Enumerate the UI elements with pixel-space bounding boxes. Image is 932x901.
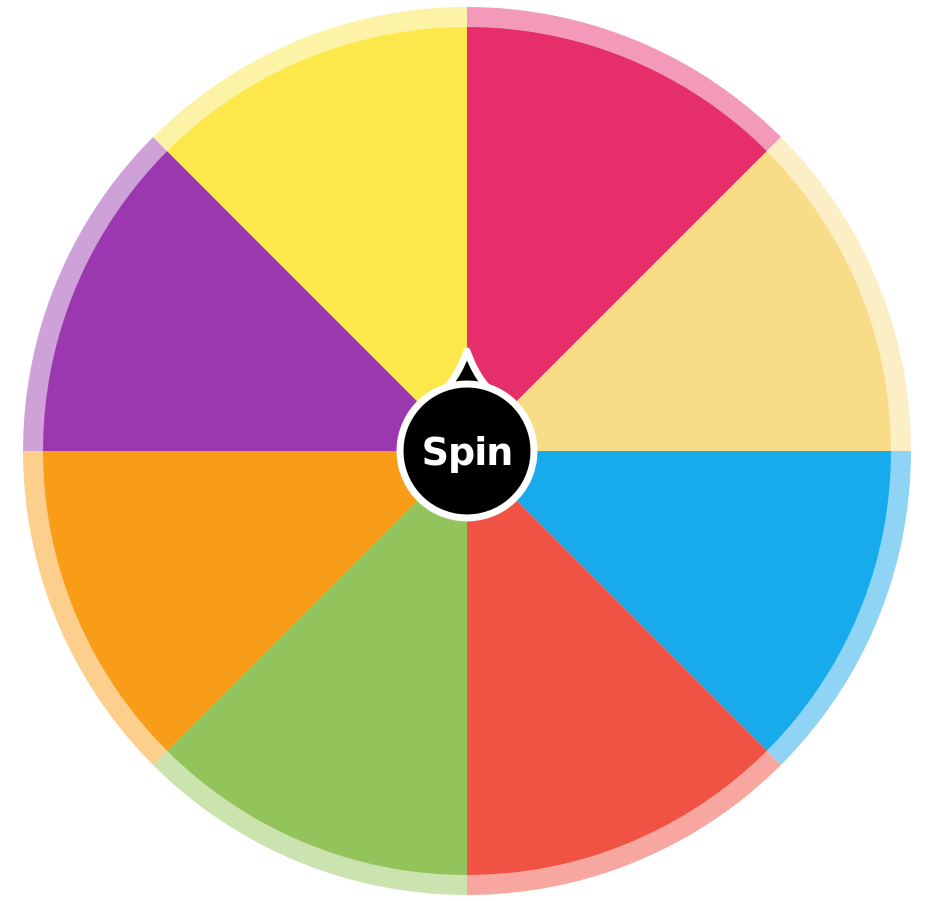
spin-button-label: Spin	[422, 430, 513, 474]
spin-wheel: Spin	[23, 7, 911, 895]
